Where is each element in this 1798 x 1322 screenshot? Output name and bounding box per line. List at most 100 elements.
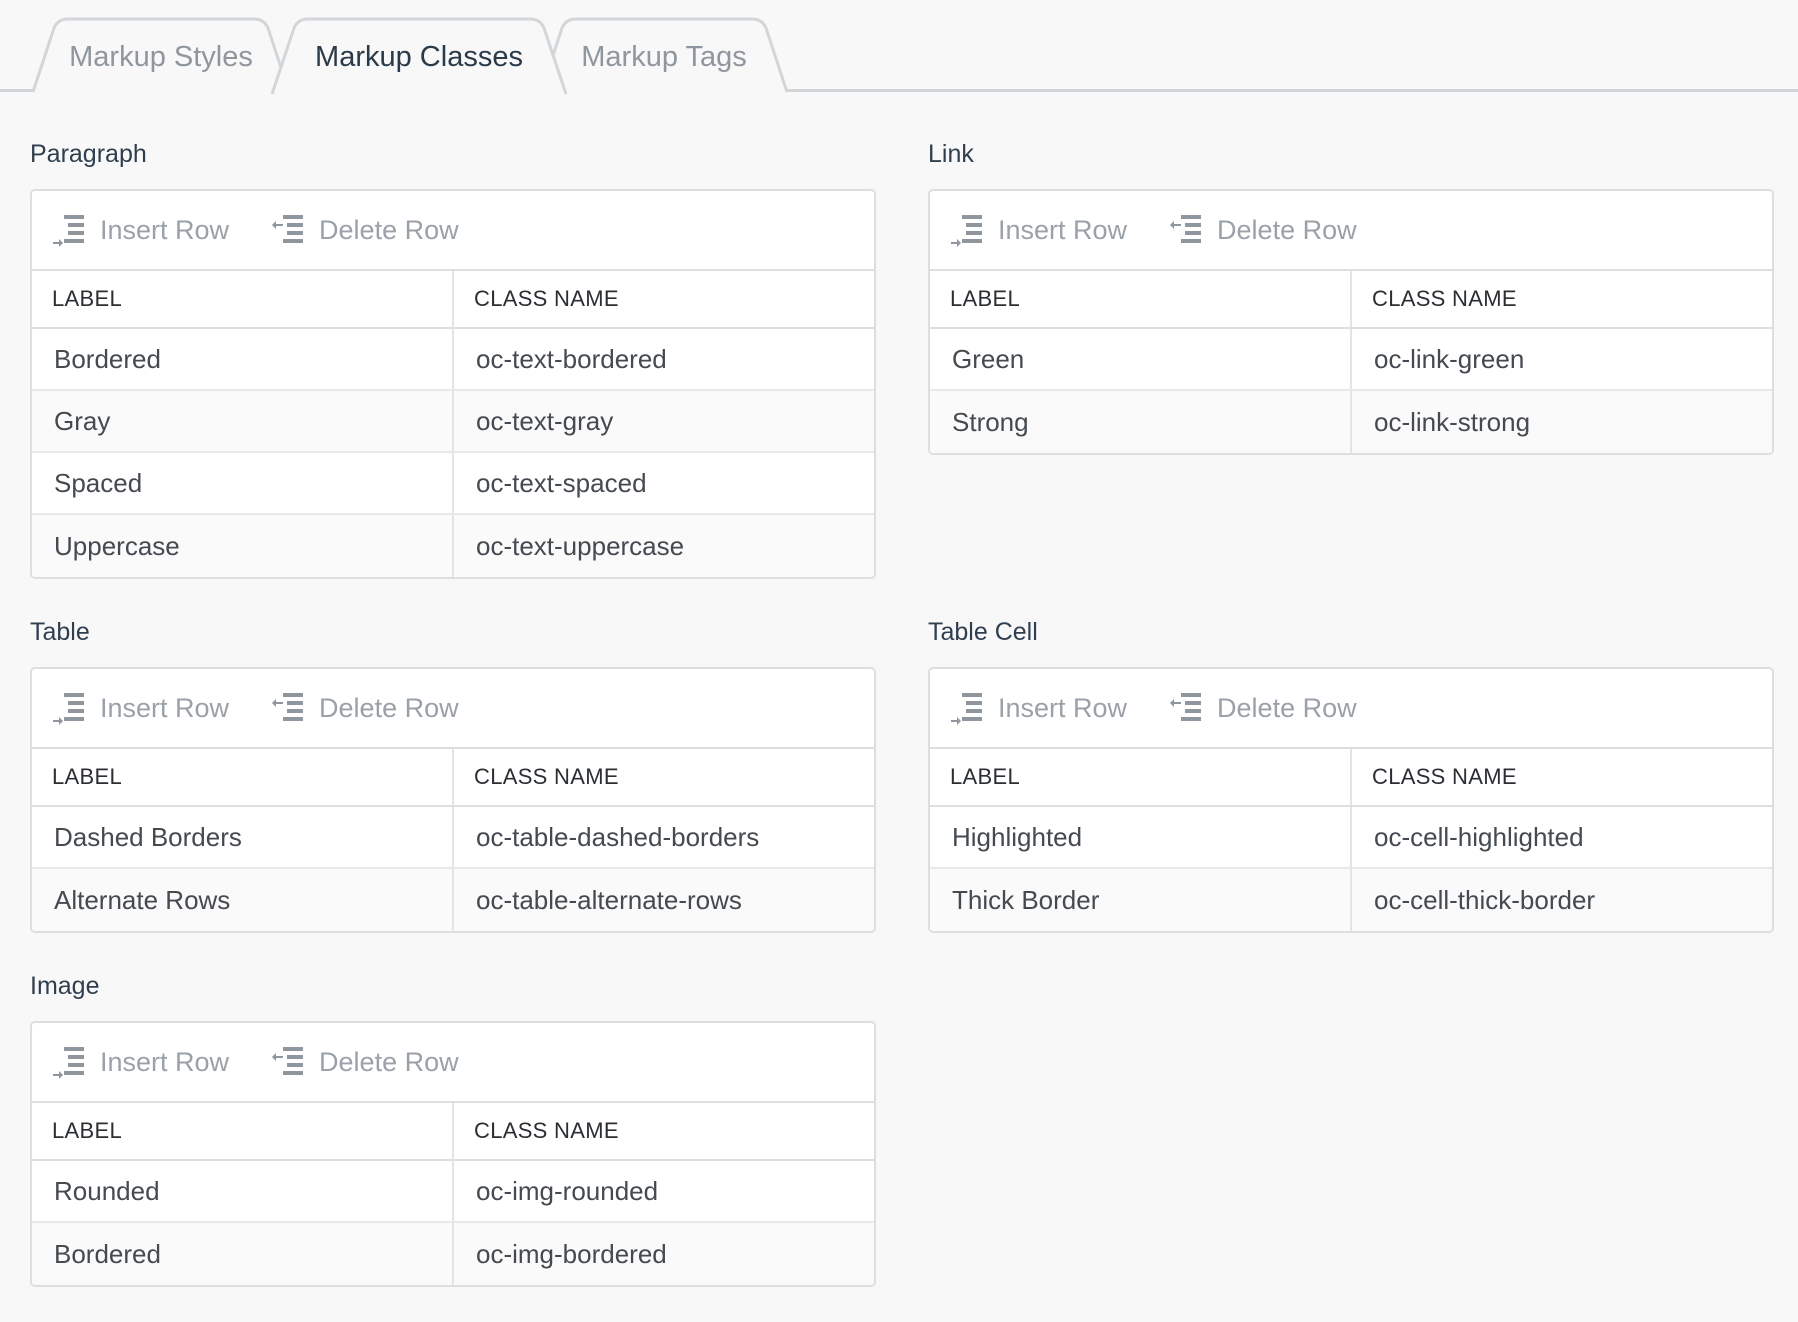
section-title: Table Cell <box>928 618 1038 646</box>
section-paragraph: Paragraph Insert Row Delete Row LABEL CL… <box>30 139 876 579</box>
column-header-label[interactable]: LABEL <box>32 749 454 805</box>
section-title: Table <box>30 618 90 646</box>
tab-bar: Markup Styles Markup Tags Markup Classes <box>0 0 1798 95</box>
section-image: Image Insert Row Delete Row LABEL CLASS … <box>30 971 876 1287</box>
delete-row-label: Delete Row <box>1217 214 1357 245</box>
class-name-cell[interactable]: oc-table-alternate-rows <box>454 869 874 931</box>
label-cell[interactable]: Thick Border <box>930 869 1352 931</box>
table-row[interactable]: Uppercase oc-text-uppercase <box>32 515 874 577</box>
table-body: Green oc-link-green Strong oc-link-strong <box>930 329 1772 453</box>
delete-row-button[interactable]: Delete Row <box>271 691 459 725</box>
table-body: Rounded oc-img-rounded Bordered oc-img-bor… <box>32 1161 874 1285</box>
insert-row-label: Insert Row <box>100 214 230 245</box>
column-header-label[interactable]: LABEL <box>32 1103 454 1159</box>
table-row[interactable]: Dashed Borders oc-table-dashed-borders <box>32 807 874 869</box>
delete-row-label: Delete Row <box>319 1046 459 1077</box>
table-row[interactable]: Gray oc-text-gray <box>32 391 874 453</box>
tab-label: Markup Tags <box>581 40 747 73</box>
grid-toolbar: Insert Row Delete Row <box>930 669 1772 749</box>
class-name-cell[interactable]: oc-cell-thick-border <box>1352 869 1772 931</box>
class-name-cell[interactable]: oc-table-dashed-borders <box>454 807 874 867</box>
delete-row-button[interactable]: Delete Row <box>271 1045 459 1079</box>
class-name-cell[interactable]: oc-text-gray <box>454 391 874 451</box>
table-row[interactable]: Highlighted oc-cell-highlighted <box>930 807 1772 869</box>
section-title: Link <box>928 140 974 168</box>
delete-row-icon <box>272 693 304 721</box>
class-name-cell[interactable]: oc-text-uppercase <box>454 515 874 577</box>
insert-row-icon <box>951 693 982 725</box>
label-cell[interactable]: Bordered <box>32 329 454 389</box>
tab-markup-tags[interactable]: Markup Tags <box>539 17 789 93</box>
column-header-class-name[interactable]: CLASS NAME <box>454 1103 874 1159</box>
label-cell[interactable]: Bordered <box>32 1223 454 1285</box>
delete-row-button[interactable]: Delete Row <box>1169 691 1357 725</box>
section-title: Paragraph <box>30 140 147 168</box>
delete-row-button[interactable]: Delete Row <box>1169 213 1357 247</box>
data-grid: Insert Row Delete Row LABEL CLASS NAME D… <box>30 667 876 933</box>
delete-row-button[interactable]: Delete Row <box>271 213 459 247</box>
column-header-class-name[interactable]: CLASS NAME <box>1352 749 1772 805</box>
delete-row-label: Delete Row <box>1217 692 1357 723</box>
label-cell[interactable]: Rounded <box>32 1161 454 1221</box>
column-header-label[interactable]: LABEL <box>930 271 1352 327</box>
insert-row-icon <box>53 215 84 247</box>
insert-row-button[interactable]: Insert Row <box>950 213 1127 247</box>
label-cell[interactable]: Highlighted <box>930 807 1352 867</box>
table-header: LABEL CLASS NAME <box>930 749 1772 807</box>
label-cell[interactable]: Gray <box>32 391 454 451</box>
column-header-label[interactable]: LABEL <box>32 271 454 327</box>
grid-toolbar: Insert Row Delete Row <box>32 669 874 749</box>
grid-toolbar: Insert Row Delete Row <box>32 191 874 271</box>
delete-row-label: Delete Row <box>319 692 459 723</box>
delete-row-icon <box>272 1047 304 1075</box>
tab-label: Markup Classes <box>315 40 523 73</box>
table-header: LABEL CLASS NAME <box>32 749 874 807</box>
section-table: Table Insert Row Delete Row LABEL CLASS … <box>30 617 876 933</box>
table-row[interactable]: Strong oc-link-strong <box>930 391 1772 453</box>
insert-row-button[interactable]: Insert Row <box>52 213 229 247</box>
class-name-cell[interactable]: oc-img-bordered <box>454 1223 874 1285</box>
class-name-cell[interactable]: oc-link-green <box>1352 329 1772 389</box>
class-name-cell[interactable]: oc-text-spaced <box>454 453 874 513</box>
delete-row-icon <box>1170 693 1202 721</box>
class-name-cell[interactable]: oc-cell-highlighted <box>1352 807 1772 867</box>
tab-markup-styles[interactable]: Markup Styles <box>31 17 291 93</box>
table-header: LABEL CLASS NAME <box>32 271 874 329</box>
insert-row-button[interactable]: Insert Row <box>950 691 1127 725</box>
column-header-class-name[interactable]: CLASS NAME <box>454 271 874 327</box>
insert-row-label: Insert Row <box>100 1046 230 1077</box>
label-cell[interactable]: Strong <box>930 391 1352 453</box>
data-grid: Insert Row Delete Row LABEL CLASS NAME H… <box>928 667 1774 933</box>
column-header-label[interactable]: LABEL <box>930 749 1352 805</box>
table-row[interactable]: Spaced oc-text-spaced <box>32 453 874 515</box>
label-cell[interactable]: Spaced <box>32 453 454 513</box>
class-name-cell[interactable]: oc-text-bordered <box>454 329 874 389</box>
label-cell[interactable]: Green <box>930 329 1352 389</box>
table-row[interactable]: Thick Border oc-cell-thick-border <box>930 869 1772 931</box>
tab-markup-classes[interactable]: Markup Classes <box>270 17 568 95</box>
insert-row-label: Insert Row <box>998 214 1128 245</box>
delete-row-icon <box>1170 215 1202 243</box>
class-name-cell[interactable]: oc-img-rounded <box>454 1161 874 1221</box>
table-row[interactable]: Green oc-link-green <box>930 329 1772 391</box>
label-cell[interactable]: Dashed Borders <box>32 807 454 867</box>
data-grid: Insert Row Delete Row LABEL CLASS NAME B… <box>30 189 876 579</box>
insert-row-button[interactable]: Insert Row <box>52 691 229 725</box>
insert-row-button[interactable]: Insert Row <box>52 1045 229 1079</box>
label-cell[interactable]: Uppercase <box>32 515 454 577</box>
table-row[interactable]: Bordered oc-img-bordered <box>32 1223 874 1285</box>
column-header-class-name[interactable]: CLASS NAME <box>454 749 874 805</box>
section-table-cell: Table Cell Insert Row Delete Row LABEL C… <box>928 617 1774 933</box>
table-header: LABEL CLASS NAME <box>32 1103 874 1161</box>
tab-label: Markup Styles <box>69 40 253 73</box>
column-header-class-name[interactable]: CLASS NAME <box>1352 271 1772 327</box>
label-cell[interactable]: Alternate Rows <box>32 869 454 931</box>
grid-toolbar: Insert Row Delete Row <box>32 1023 874 1103</box>
class-name-cell[interactable]: oc-link-strong <box>1352 391 1772 453</box>
table-row[interactable]: Bordered oc-text-bordered <box>32 329 874 391</box>
table-row[interactable]: Rounded oc-img-rounded <box>32 1161 874 1223</box>
insert-row-icon <box>53 693 84 725</box>
delete-row-label: Delete Row <box>319 214 459 245</box>
table-body: Bordered oc-text-bordered Gray oc-text-gra… <box>32 329 874 577</box>
table-row[interactable]: Alternate Rows oc-table-alternate-rows <box>32 869 874 931</box>
